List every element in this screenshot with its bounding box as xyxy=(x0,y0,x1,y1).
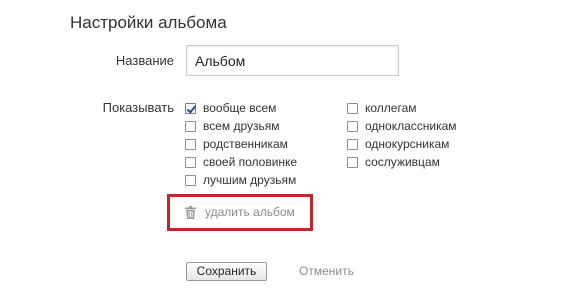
trash-icon xyxy=(185,205,196,219)
checkbox-best-friends[interactable] xyxy=(185,174,196,186)
checkbox-classmates[interactable] xyxy=(347,120,358,132)
option-label: однокурсникам xyxy=(365,137,450,151)
cancel-link[interactable]: Отменить xyxy=(299,264,354,278)
visibility-label: Показывать xyxy=(102,100,174,115)
checkbox-everyone[interactable] xyxy=(185,102,196,114)
visibility-options-left: вообще всем всем друзьям родственникам с… xyxy=(185,99,297,189)
option-coworkers[interactable]: сослуживцам xyxy=(347,153,457,171)
option-label: одноклассникам xyxy=(365,119,457,133)
save-button[interactable]: Сохранить xyxy=(186,262,267,281)
option-colleagues[interactable]: коллегам xyxy=(347,99,457,117)
option-label: всем друзьям xyxy=(203,119,280,133)
option-classmates[interactable]: одноклассникам xyxy=(347,117,457,135)
checkbox-all-friends[interactable] xyxy=(185,120,196,132)
option-label: сослуживцам xyxy=(365,155,440,169)
option-label: лучшим друзьям xyxy=(203,173,297,187)
delete-album-link[interactable]: удалить альбом xyxy=(185,205,295,219)
option-label: своей половинке xyxy=(203,155,298,169)
option-label: коллегам xyxy=(365,101,417,115)
delete-album-label: удалить альбом xyxy=(205,205,295,219)
album-name-label: Название xyxy=(115,53,174,68)
checkbox-coursemates[interactable] xyxy=(347,138,358,150)
checkbox-colleagues[interactable] xyxy=(347,102,358,114)
album-name-input[interactable] xyxy=(186,45,399,76)
checkbox-coworkers[interactable] xyxy=(347,156,358,168)
option-relatives[interactable]: родственникам xyxy=(185,135,297,153)
page-title: Настройки альбома xyxy=(70,13,227,32)
checkbox-partner[interactable] xyxy=(185,156,196,168)
option-everyone[interactable]: вообще всем xyxy=(185,99,297,117)
option-best-friends[interactable]: лучшим друзьям xyxy=(185,171,297,189)
option-all-friends[interactable]: всем друзьям xyxy=(185,117,297,135)
checkbox-relatives[interactable] xyxy=(185,138,196,150)
option-partner[interactable]: своей половинке xyxy=(185,153,297,171)
visibility-options-right: коллегам одноклассникам однокурсникам со… xyxy=(347,99,457,171)
option-label: родственникам xyxy=(203,137,288,151)
option-label: вообще всем xyxy=(203,101,277,115)
option-coursemates[interactable]: однокурсникам xyxy=(347,135,457,153)
